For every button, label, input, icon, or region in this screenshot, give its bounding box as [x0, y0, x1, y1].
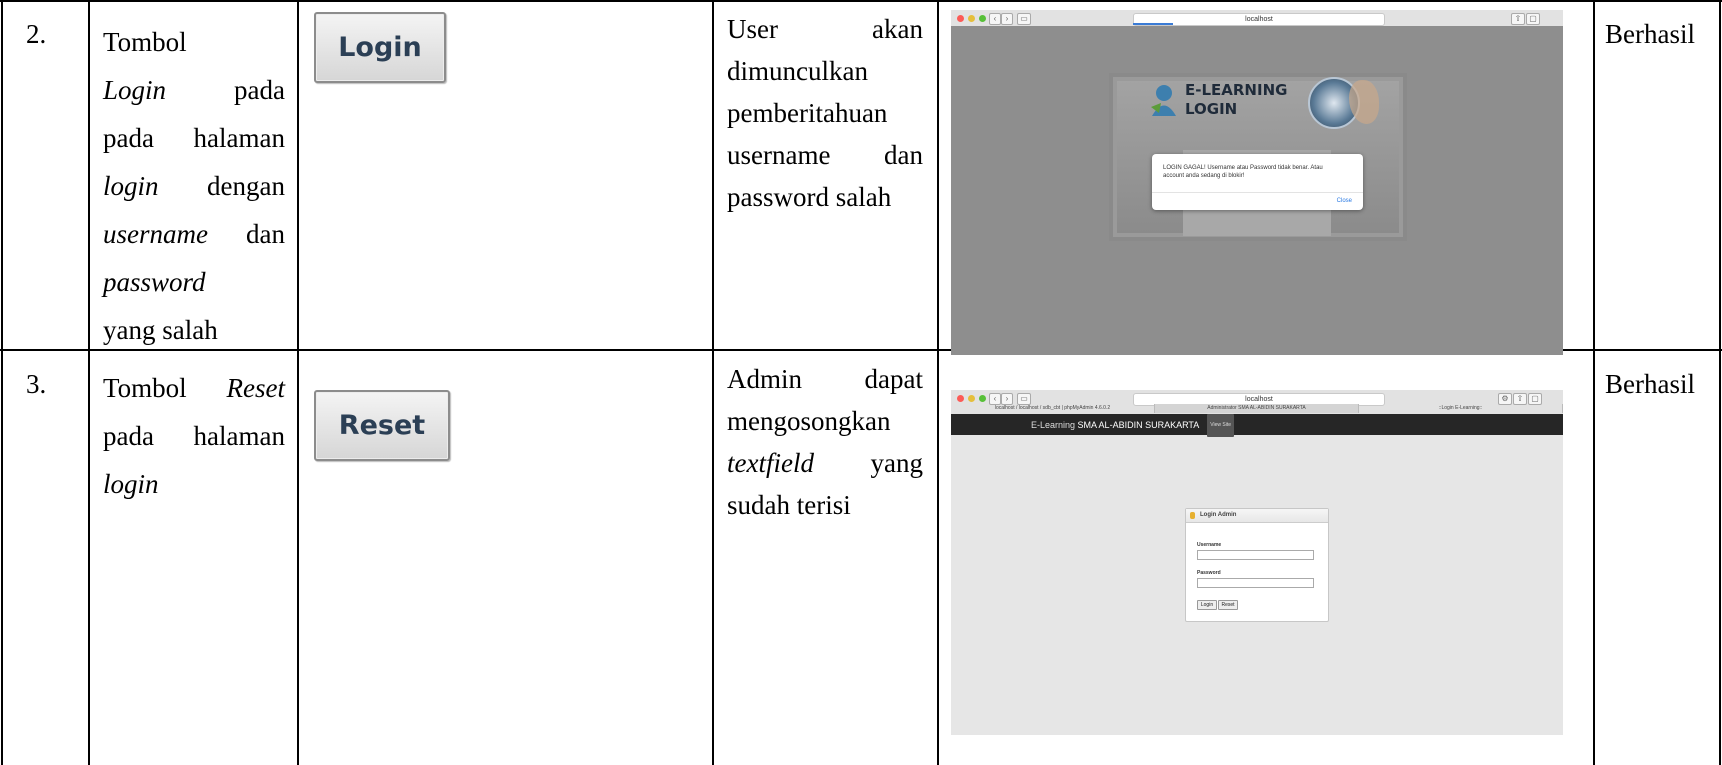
password-label: Password [1197, 570, 1221, 576]
table-border-top [0, 0, 1722, 2]
window-controls [957, 15, 986, 22]
text-line: login [103, 469, 159, 499]
browser-tab[interactable]: Administrator SMA AL-ABIDIN SURAKARTA [1155, 404, 1359, 413]
text-line: User akan [727, 14, 923, 44]
card-title: Login Admin [1200, 512, 1237, 518]
tab-bar: localhost / localhost / sdb_cbt | phpMyA… [951, 404, 1563, 413]
login-admin-card: Login Admin Username Password Login Rese… [1185, 508, 1329, 622]
forward-icon: › [1001, 13, 1013, 25]
expected-result: User akan dimunculkan pemberitahuan user… [727, 8, 923, 218]
error-alert-dialog: LOGIN GAGAL! Username atau Password tida… [1152, 154, 1363, 210]
screenshot-login-error: ‹ › ▭ localhost ⇧ ▢ E-LEARNING LOGIN LOG… [951, 10, 1563, 355]
col-divider [937, 0, 939, 765]
table-border-right [1719, 0, 1721, 765]
logo-title-line1: E-LEARNING [1185, 81, 1288, 99]
text-line: dimunculkan [727, 56, 868, 86]
text-line: Login pada [103, 75, 285, 105]
test-case-description: Tombol Reset pada halaman login [103, 364, 285, 508]
browser-toolbar: ‹ › ▭ localhost ⚙ ⇧ ▢ localhost / localh… [951, 390, 1563, 415]
key-icon [1190, 512, 1195, 519]
text-line: pada halaman [103, 421, 285, 451]
browser-tab[interactable]: localhost / localhost / sdb_cbt | phpMyA… [951, 404, 1155, 413]
zoom-dot-icon [979, 395, 986, 402]
row-number: 3. [26, 369, 47, 399]
text-line: yang salah [103, 315, 218, 345]
col-divider [712, 0, 714, 765]
text-line: password [103, 267, 206, 297]
card-header: Login Admin [1186, 509, 1328, 523]
result-status: Berhasil [1605, 19, 1695, 49]
back-icon: ‹ [989, 13, 1001, 25]
text-line: password salah [727, 182, 892, 212]
text-line: mengosongkan [727, 406, 891, 436]
browser-tab[interactable]: ::Login E-Learning:: [1359, 404, 1563, 413]
divider [1152, 192, 1363, 193]
screenshot-admin-login: ‹ › ▭ localhost ⚙ ⇧ ▢ localhost / localh… [951, 390, 1563, 735]
text-line: sudah terisi [727, 490, 851, 520]
text-line: pemberitahuan [727, 98, 888, 128]
expected-result: Admin dapat mengosongkan textfield yang … [727, 358, 923, 526]
view-site-button[interactable]: View Site [1207, 414, 1235, 437]
minimize-dot-icon [968, 395, 975, 402]
result-status: Berhasil [1605, 369, 1695, 399]
login-button[interactable]: Login [1197, 600, 1217, 610]
zoom-dot-icon [979, 15, 986, 22]
reset-button-image: Reset [314, 390, 450, 461]
text-line: textfield yang [727, 448, 923, 478]
text-line: Tombol [103, 27, 187, 57]
col-divider [88, 0, 90, 765]
alert-message: LOGIN GAGAL! Username atau Password tida… [1163, 165, 1323, 179]
text-line: Tombol Reset [103, 373, 285, 403]
logo-title-line2: LOGIN [1185, 100, 1238, 118]
reset-button[interactable]: Reset [1218, 600, 1238, 610]
loading-bar [1133, 23, 1173, 25]
alert-close-button[interactable]: Close [1337, 197, 1352, 205]
window-controls [957, 395, 986, 402]
row-number: 2. [26, 19, 47, 49]
sidebar-icon: ▭ [1017, 13, 1031, 25]
minimize-dot-icon [968, 15, 975, 22]
close-dot-icon [957, 15, 964, 22]
login-button-image: Login [314, 12, 446, 83]
text-line: Admin dapat [727, 364, 923, 394]
user-icon [1149, 83, 1179, 117]
admin-header-bar: E-Learning SMA AL-ABIDIN SURAKARTA View … [951, 414, 1563, 437]
table-border-left [1, 0, 3, 765]
text-line: username dan [103, 219, 285, 249]
close-dot-icon [957, 395, 964, 402]
col-divider [297, 0, 299, 765]
col-divider [1593, 0, 1595, 765]
header-prefix: E-Learning [1031, 419, 1076, 430]
username-input[interactable] [1197, 550, 1314, 560]
text-line: username dan [727, 140, 923, 170]
header-school: SMA AL-ABIDIN SURAKARTA [1077, 419, 1199, 430]
browser-toolbar: ‹ › ▭ localhost ⇧ ▢ [951, 10, 1563, 27]
password-input[interactable] [1197, 578, 1314, 588]
share-icon: ⇧ [1511, 13, 1525, 25]
username-label: Username [1197, 542, 1222, 548]
text-line: login dengan [103, 171, 285, 201]
test-case-description: Tombol Login pada pada halaman login den… [103, 18, 285, 354]
text-line: pada halaman [103, 123, 285, 153]
tabs-icon: ▢ [1526, 13, 1540, 25]
